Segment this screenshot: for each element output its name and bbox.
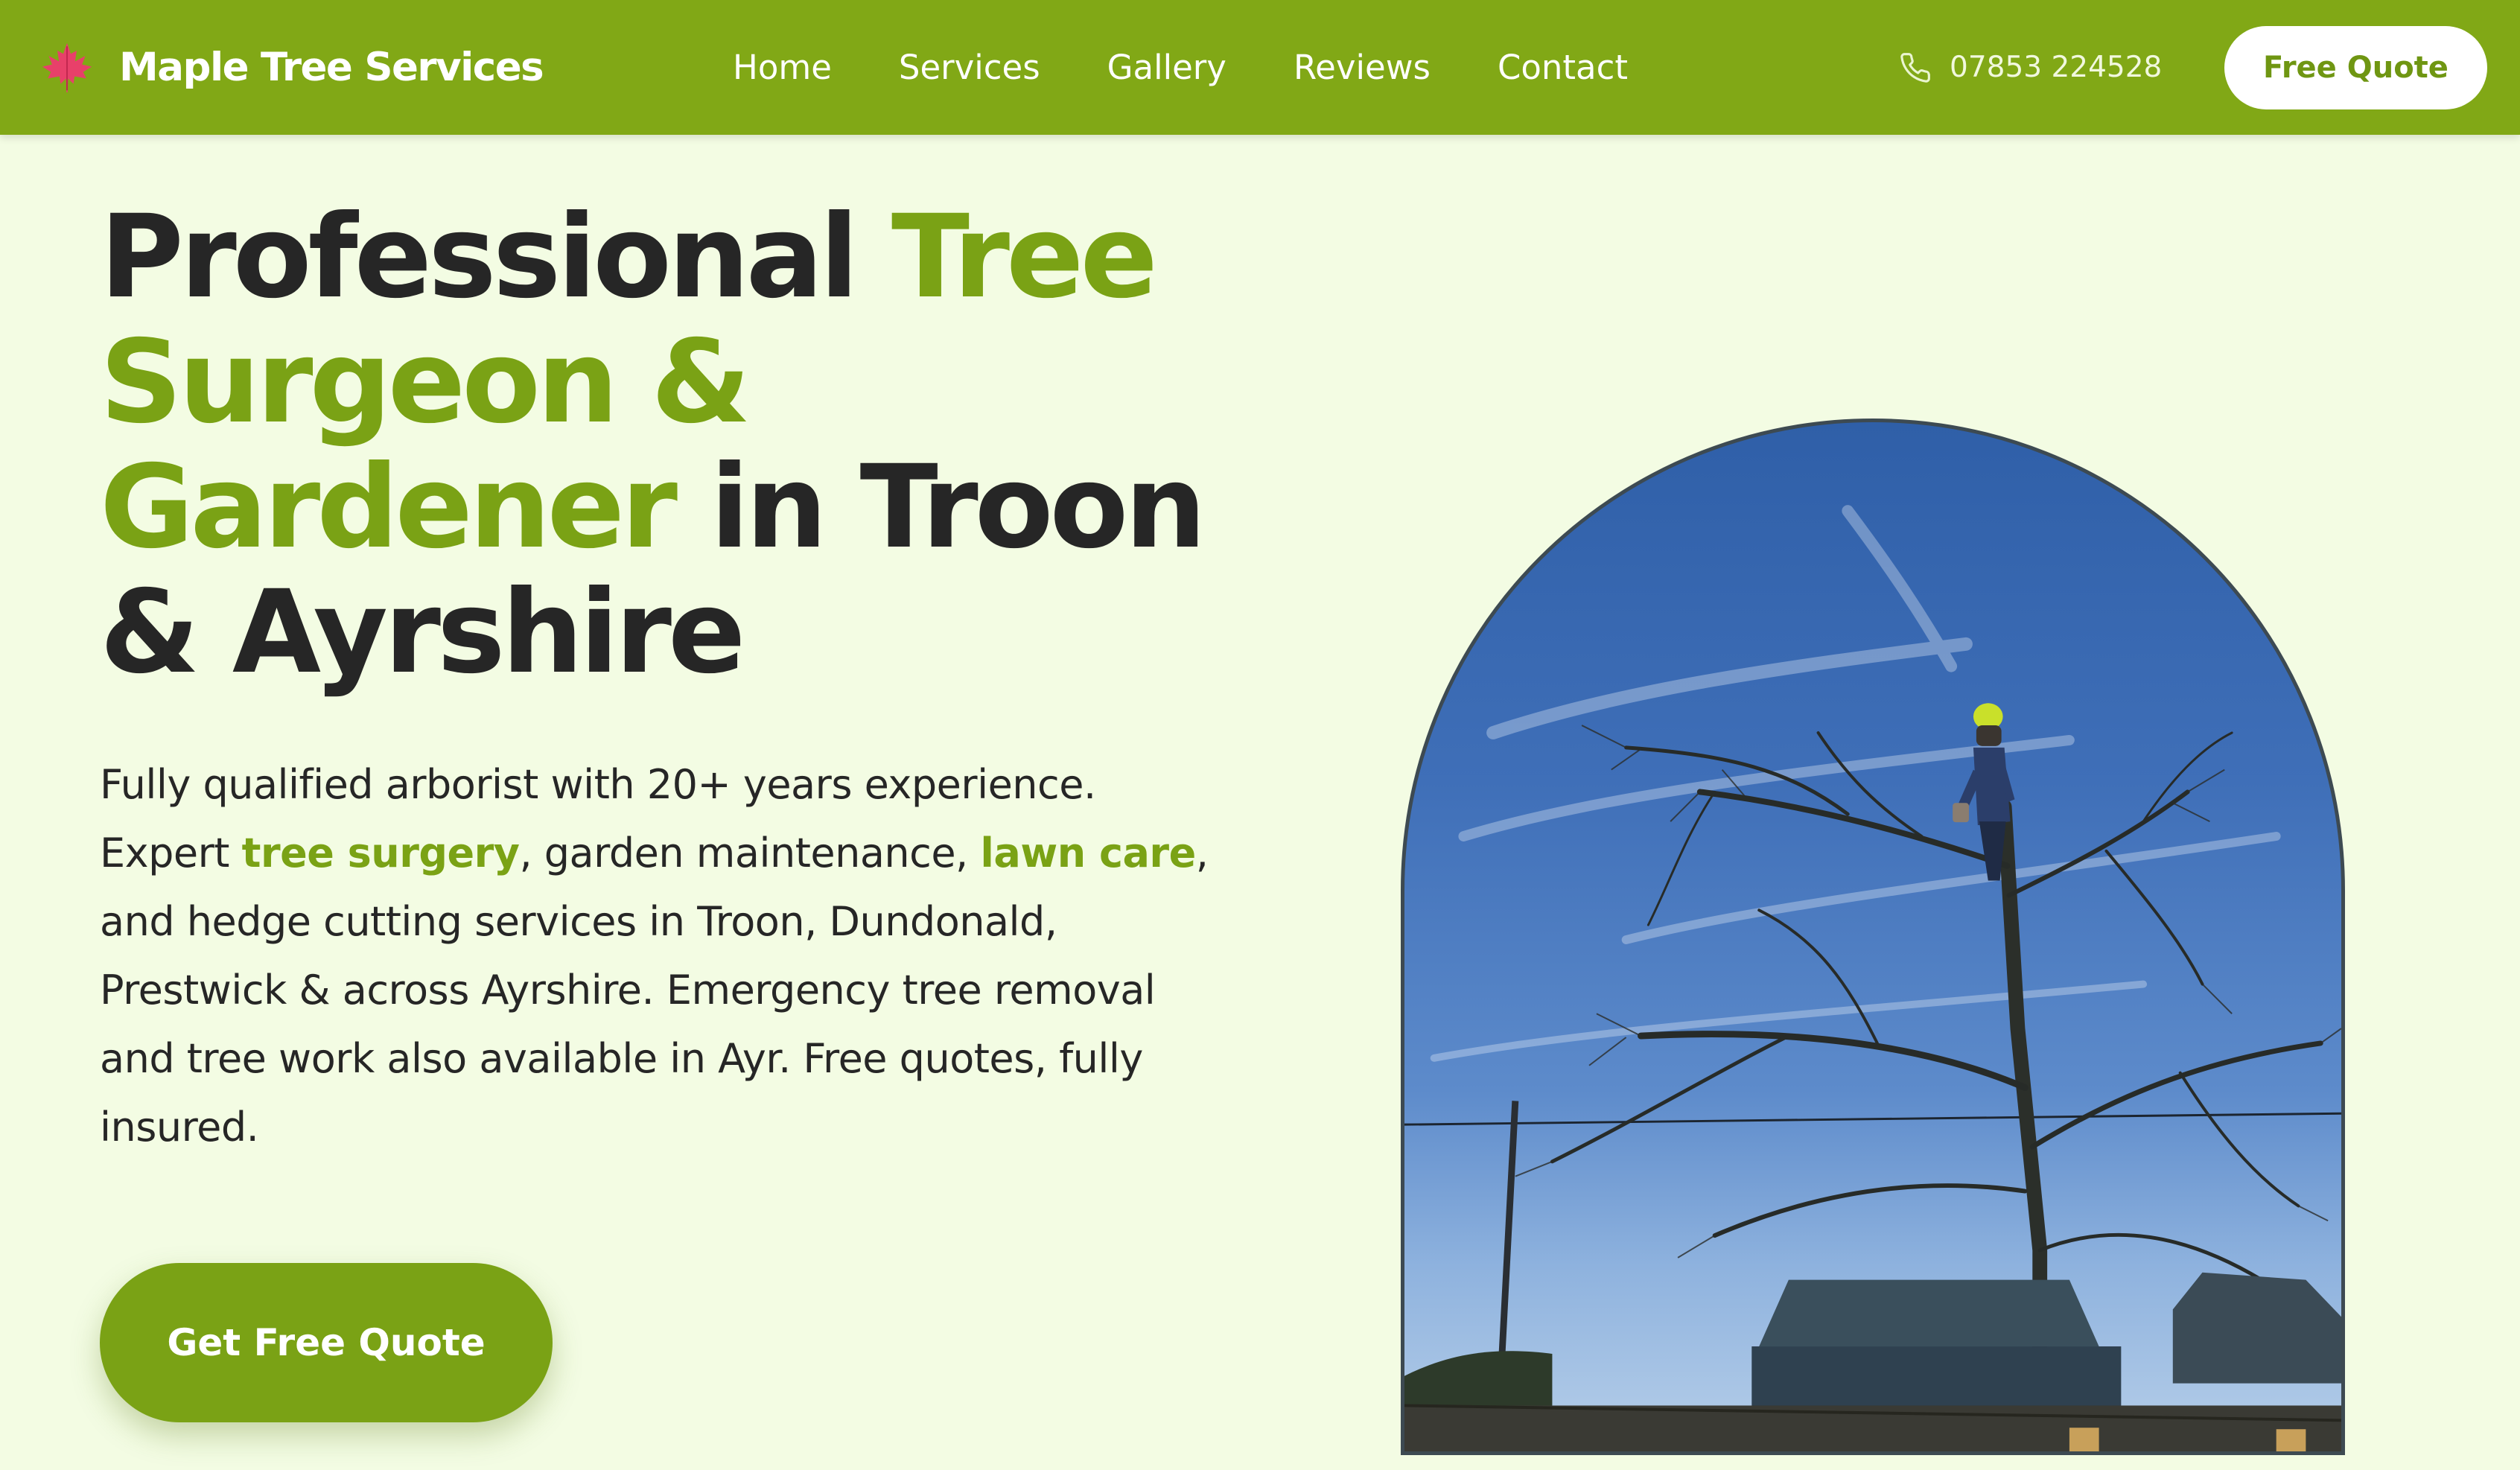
free-quote-button[interactable]: Free Quote <box>2224 26 2487 109</box>
hero-title: Professional Tree Surgeon & Gardener in … <box>100 195 1261 696</box>
nav-reviews[interactable]: Reviews <box>1294 48 1431 87</box>
phone-number: 07853 224528 <box>1950 51 2163 84</box>
hero-title-part1: Professional <box>100 191 891 324</box>
nav-gallery[interactable]: Gallery <box>1107 48 1226 87</box>
hero-desc-part3: , and hedge cutting services in Troon, D… <box>100 830 1209 1151</box>
hero-desc-part2: , garden maintenance, <box>519 830 981 876</box>
nav-contact[interactable]: Contact <box>1498 48 1628 87</box>
phone-icon <box>1900 52 1930 83</box>
hero-description: Fully qualified arborist with 20+ years … <box>100 751 1217 1162</box>
nav-home[interactable]: Home <box>733 48 832 87</box>
brand-name: Maple Tree Services <box>119 45 544 90</box>
main-nav: Home Services Gallery Reviews Contact <box>733 0 1628 135</box>
nav-services[interactable]: Services <box>899 48 1040 87</box>
lawn-care-link[interactable]: lawn care <box>980 830 1196 876</box>
site-header: Maple Tree Services Home Services Galler… <box>0 0 2520 135</box>
hero-photo <box>1401 419 2345 1455</box>
maple-leaf-icon <box>42 42 92 92</box>
tree-surgery-link[interactable]: tree surgery <box>242 830 520 876</box>
phone-link[interactable]: 07853 224528 <box>1899 0 2162 135</box>
arborist-tree-image <box>1404 505 2341 1451</box>
brand[interactable]: Maple Tree Services <box>40 0 544 135</box>
get-free-quote-button[interactable]: Get Free Quote <box>100 1263 553 1422</box>
